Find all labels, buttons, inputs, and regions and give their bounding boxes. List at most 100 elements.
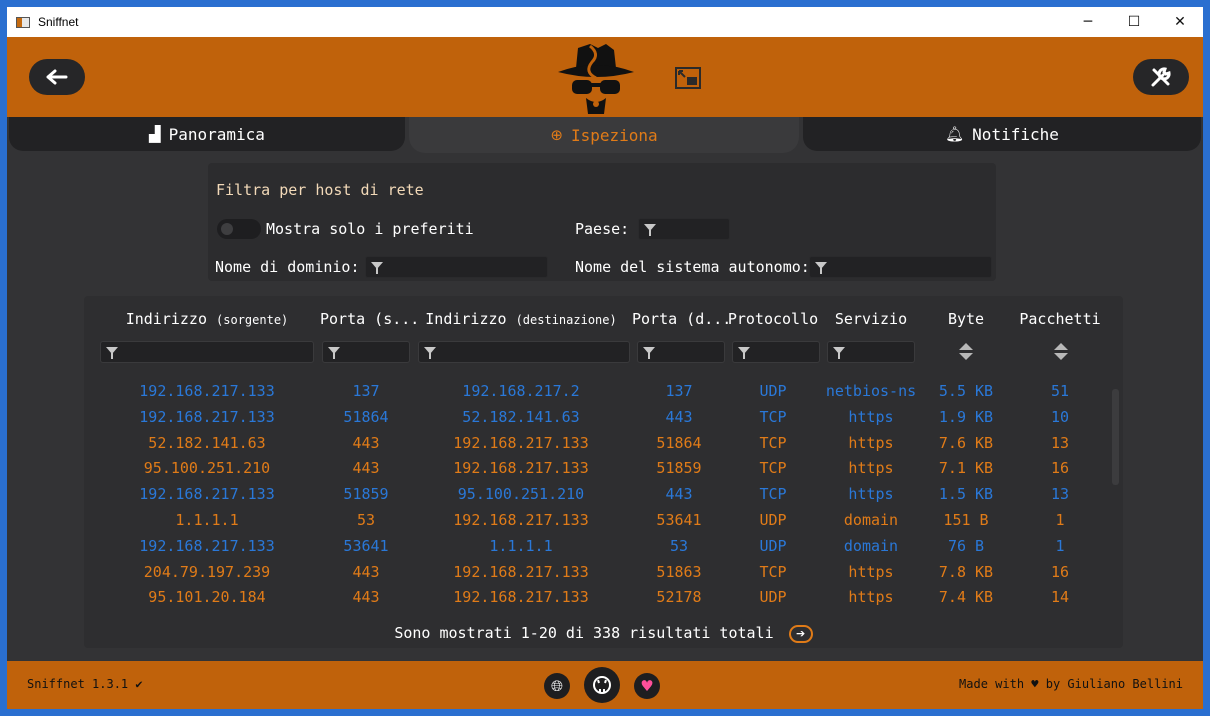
next-page-button[interactable]: ➔ [788,624,813,643]
table-cell: 443 [665,407,693,426]
table-cell: TCP [759,459,787,478]
table-cell: 1 [1055,511,1065,529]
table-row[interactable]: 192.168.217.133 51859 95.100.251.210 443 TCP… [84,482,1123,507]
table-cell: 13 [1050,485,1070,504]
table-row[interactable]: 192.168.217.133 53641 1.1.1.1 53 UDP domain 76… [84,534,1123,559]
maximize-button[interactable]: ☐ [1111,7,1157,37]
as-label: Nome del sistema autonomo: [575,258,810,276]
table-cell: 16 [1050,562,1070,581]
table-cell: 443 [352,433,380,452]
table-cell: 53641 [343,536,389,555]
table-cell: https [848,459,894,478]
header-dst-address[interactable]: Indirizzo (destinazione) [414,310,628,328]
table-row[interactable]: 95.101.20.184 443 192.168.217.133 52178 UDP h… [84,585,1123,607]
table-cell: 5.5 KB [938,382,994,400]
country-label: Paese: [575,220,630,238]
table-cell: 137 [665,382,693,400]
table-cell: TCP [759,433,787,452]
table-cell: 151 B [943,511,989,529]
service-filter[interactable] [827,341,915,363]
header-bytes[interactable]: Byte [920,310,1012,328]
table-row[interactable]: 192.168.217.133 137 192.168.217.2 137 UDP net… [84,379,1123,404]
table-cell: https [848,433,894,452]
thumbnail-mode-icon[interactable] [675,67,701,93]
table-cell: 51859 [656,459,702,478]
header-protocol[interactable]: Protocollo [726,310,820,328]
header-src-port[interactable]: Porta (s... [320,310,419,328]
search-icon: ⊕ [550,126,563,144]
filter-icon [371,262,383,274]
table-cell: 7.1 KB [938,459,994,478]
table-cell: 95.100.251.210 [143,459,271,478]
dst-address-filter[interactable] [418,341,630,363]
src-address-filter[interactable] [100,341,314,363]
table-cell: 192.168.217.133 [453,588,589,607]
table-cell: 51864 [343,407,389,426]
github-icon[interactable] [584,667,620,703]
settings-button[interactable] [1133,59,1189,95]
version-label: Sniffnet 1.3.1 ✔ [27,677,143,691]
scrollbar[interactable] [1112,389,1119,485]
table-cell: 51 [1050,382,1070,400]
table-cell: 14 [1050,588,1070,607]
table-cell: 13 [1050,433,1070,452]
filter-icon [106,347,118,359]
dst-port-filter[interactable] [637,341,725,363]
table-row[interactable]: 52.182.141.63 443 192.168.217.133 51864 TCP h… [84,431,1123,456]
table-cell: 7.6 KB [938,433,994,452]
table-cell: 192.168.217.133 [453,511,589,529]
tab-label: Panoramica [168,124,265,144]
table-cell: 52178 [656,588,702,607]
table-cell: UDP [759,536,787,555]
table-cell: https [848,485,894,504]
table-row[interactable]: 204.79.197.239 443 192.168.217.133 51863 TCP… [84,560,1123,585]
table-row[interactable]: 1.1.1.1 53 192.168.217.133 53641 UDP domain 15… [84,508,1123,533]
globe-icon[interactable]: 🌐︎ [544,673,570,699]
close-button[interactable]: ✕ [1157,7,1203,37]
header-dst-port[interactable]: Porta (d... [632,310,731,328]
table-cell: 443 [352,562,380,581]
as-filter-input[interactable] [809,256,992,278]
window-title: Sniffnet [38,15,79,29]
footer: Sniffnet 1.3.1 ✔ 🌐︎ ♥ Made with ♥ by Giu… [7,661,1203,709]
table-cell: 192.168.217.133 [453,562,589,581]
table-cell: UDP [759,511,787,529]
bell-icon: 🔔︎ [945,125,965,143]
protocol-filter[interactable] [732,341,820,363]
filter-icon [815,262,827,274]
src-port-filter[interactable] [322,341,410,363]
header-packets[interactable]: Pacchetti [1012,310,1108,328]
table-cell: 16 [1050,459,1070,478]
header [7,37,1203,117]
back-button[interactable] [29,59,85,95]
country-filter-input[interactable] [638,218,730,240]
table-cell: TCP [759,485,787,504]
table-cell: 53641 [656,511,702,529]
table-cell: 443 [665,485,693,504]
domain-filter-input[interactable] [365,256,548,278]
table-cell: 1.5 KB [938,485,994,504]
sort-bytes-icon[interactable] [959,342,973,362]
table-cell: 95.100.251.210 [457,485,585,504]
tab-overview[interactable]: ▟ Panoramica [9,117,405,151]
heart-icon[interactable]: ♥ [634,673,660,699]
table-cell: 192.168.217.133 [139,485,275,504]
header-service[interactable]: Servizio [824,310,918,328]
sort-packets-icon[interactable] [1054,342,1068,362]
tab-bar: ▟ Panoramica ⊕ Ispeziona 🔔︎ Notifiche [7,117,1203,161]
tab-notifications[interactable]: 🔔︎ Notifiche [803,117,1201,151]
arrow-left-icon [46,69,68,85]
app-icon [16,16,30,28]
filter-icon [644,224,656,236]
favorites-label: Mostra solo i preferiti [266,220,474,238]
header-src-address[interactable]: Indirizzo (sorgente) [94,310,320,328]
table-row[interactable]: 192.168.217.133 51864 52.182.141.63 443 TCP h… [84,405,1123,430]
favorites-toggle[interactable] [217,219,261,239]
table-row[interactable]: 95.100.251.210 443 192.168.217.133 51859 TCP… [84,456,1123,481]
filter-icon [833,347,845,359]
pager-text: Sono mostrati 1-20 di 338 risultati tota… [394,624,774,642]
made-with-label: Made with ♥ by Giuliano Bellini [959,677,1183,691]
minimize-button[interactable]: ─ [1065,7,1111,37]
table-body: 192.168.217.133 137 192.168.217.2 137 UDP net… [84,379,1123,607]
tab-inspect[interactable]: ⊕ Ispeziona [409,117,799,153]
